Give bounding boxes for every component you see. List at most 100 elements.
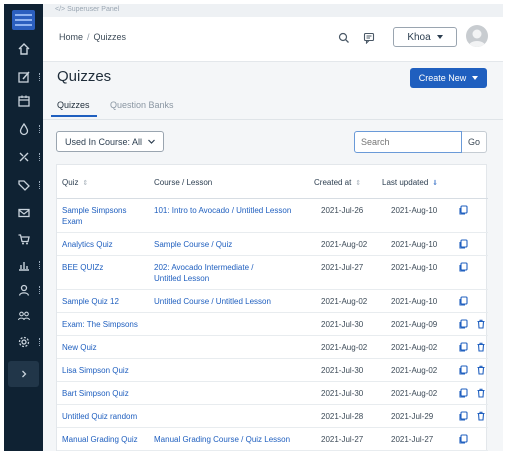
- search-go-button[interactable]: Go: [462, 131, 487, 153]
- tools-icon: [19, 152, 28, 162]
- course-lesson-link[interactable]: 202: Avocado Intermediate /: [154, 262, 253, 273]
- drop-icon: [19, 122, 28, 136]
- sidebar-item-mail[interactable]: [4, 201, 43, 225]
- sidebar: [4, 4, 43, 451]
- course-lesson-link[interactable]: Untitled Course / Untitled Lesson: [154, 296, 271, 307]
- last-updated-value: 2021-Jul-29: [391, 412, 434, 421]
- sort-icon: ⇕: [82, 180, 89, 187]
- more-dots-icon: [39, 261, 41, 269]
- last-updated-value: 2021-Aug-10: [391, 206, 438, 215]
- sidebar-item-home[interactable]: [4, 37, 43, 61]
- sidebar-item-cart[interactable]: [4, 227, 43, 251]
- copy-icon[interactable]: [458, 342, 468, 352]
- copy-icon[interactable]: [458, 411, 468, 421]
- quiz-name-link[interactable]: Sample Quiz 12: [62, 296, 119, 307]
- quiz-name-link[interactable]: Analytics Quiz: [62, 239, 113, 250]
- copy-icon[interactable]: [458, 239, 468, 249]
- copy-icon[interactable]: [458, 262, 468, 272]
- top-header: Home / Quizzes Khoa: [43, 17, 503, 62]
- avatar[interactable]: [466, 25, 488, 47]
- caret-down-icon: [472, 76, 479, 80]
- user-menu-button[interactable]: Khoa: [393, 27, 457, 47]
- user-name: Khoa: [407, 31, 431, 43]
- table-row: Sample Simpsons Exam 101: Intro to Avocado…: [57, 199, 488, 233]
- quiz-name-link[interactable]: Exam: The Simpsons: [62, 319, 138, 330]
- course-lesson-link[interactable]: Untitled Lesson: [154, 273, 209, 284]
- copy-icon[interactable]: [458, 205, 468, 215]
- users-icon: [17, 311, 30, 321]
- sidebar-item-user[interactable]: [4, 278, 43, 302]
- quiz-name-link[interactable]: Lisa Simpson Quiz: [62, 365, 129, 376]
- search-icon[interactable]: [338, 32, 350, 44]
- sort-icon: ⇕: [355, 180, 362, 187]
- copy-icon[interactable]: [458, 365, 468, 375]
- created-at-value: 2021-Aug-02: [321, 297, 368, 306]
- active-tab-indicator: [51, 115, 97, 117]
- copy-icon[interactable]: [458, 434, 468, 444]
- chat-icon[interactable]: [363, 32, 375, 44]
- column-header-updated[interactable]: Last updated ⇓: [382, 178, 438, 187]
- sidebar-expand-button[interactable]: [8, 361, 39, 387]
- tab-quizzes[interactable]: Quizzes: [57, 100, 90, 110]
- column-header-course: Course / Lesson: [154, 178, 213, 187]
- tag-icon: [17, 180, 30, 191]
- mail-icon: [17, 208, 30, 218]
- course-lesson-link[interactable]: Manual Grading Course / Quiz Lesson: [154, 434, 290, 445]
- column-header-updated-label: Last updated: [382, 178, 429, 187]
- chevron-right-icon: [21, 370, 26, 378]
- sidebar-item-calendar[interactable]: [4, 89, 43, 113]
- sidebar-item-reports[interactable]: [4, 253, 43, 277]
- course-filter-dropdown[interactable]: Used In Course: All: [56, 131, 164, 152]
- course-lesson-link[interactable]: Sample Course / Quiz: [154, 239, 232, 250]
- create-new-button[interactable]: Create New: [410, 68, 487, 88]
- quiz-name-link[interactable]: Bart Simpson Quiz: [62, 388, 129, 399]
- sidebar-item-users[interactable]: [4, 304, 43, 328]
- tab-question-banks[interactable]: Question Banks: [110, 100, 174, 110]
- trash-icon[interactable]: [476, 342, 486, 352]
- column-header-created[interactable]: Created at ⇕: [314, 178, 361, 187]
- create-new-label: Create New: [418, 73, 467, 83]
- sidebar-item-drops[interactable]: [4, 117, 43, 141]
- copy-icon[interactable]: [458, 296, 468, 306]
- quiz-name-link[interactable]: New Quiz: [62, 342, 97, 353]
- sidebar-item-settings[interactable]: [4, 330, 43, 354]
- quiz-name-link[interactable]: Sample Simpsons: [62, 205, 126, 216]
- last-updated-value: 2021-Aug-02: [391, 366, 438, 375]
- copy-icon[interactable]: [458, 388, 468, 398]
- quiz-name-link[interactable]: BEE QUIZz: [62, 262, 103, 273]
- avatar-placeholder-icon: [468, 29, 486, 47]
- more-dots-icon: [39, 286, 41, 294]
- trash-icon[interactable]: [476, 319, 486, 329]
- table-row: Lisa Simpson Quiz 2021-Jul-30 2021-Aug-02: [57, 359, 488, 382]
- created-at-value: 2021-Jul-30: [321, 366, 364, 375]
- quiz-name-link[interactable]: Exam: [62, 216, 82, 227]
- sidebar-item-tags[interactable]: [4, 173, 43, 197]
- more-dots-icon: [39, 338, 41, 346]
- sidebar-item-tools[interactable]: [4, 145, 43, 169]
- created-at-value: 2021-Jul-26: [321, 206, 364, 215]
- app-logo-icon[interactable]: [12, 10, 35, 30]
- sidebar-item-content[interactable]: [4, 65, 43, 89]
- chevron-down-icon: [148, 139, 155, 144]
- column-header-quiz[interactable]: Quiz ⇕: [62, 178, 88, 187]
- table-row: Analytics Quiz Sample Course / Quiz 2021-A…: [57, 233, 488, 256]
- quiz-name-link[interactable]: Manual Grading Quiz: [62, 434, 138, 445]
- quiz-name-link[interactable]: Untitled Quiz random: [62, 411, 137, 422]
- course-lesson-link[interactable]: 101: Intro to Avocado / Untitled Lesson: [154, 205, 291, 216]
- search-input[interactable]: [354, 131, 462, 153]
- last-updated-value: 2021-Aug-10: [391, 263, 438, 272]
- table-row: Untitled Quiz random 2021-Jul-28 2021-Jul-…: [57, 405, 488, 428]
- breadcrumb-home[interactable]: Home: [59, 32, 83, 42]
- table-row: Bart Simpson Quiz 2021-Jul-30 2021-Aug-02: [57, 382, 488, 405]
- main-content: </> Superuser Panel Home / Quizzes Khoa Qu…: [43, 4, 503, 451]
- gear-icon: [18, 336, 29, 348]
- superuser-bar: </> Superuser Panel: [43, 4, 503, 17]
- trash-icon[interactable]: [476, 365, 486, 375]
- home-icon: [18, 43, 29, 55]
- cart-icon: [18, 234, 30, 245]
- copy-icon[interactable]: [458, 319, 468, 329]
- trash-icon[interactable]: [476, 411, 486, 421]
- caret-down-icon: [436, 35, 443, 39]
- column-header-quiz-label: Quiz: [62, 178, 79, 187]
- trash-icon[interactable]: [476, 388, 486, 398]
